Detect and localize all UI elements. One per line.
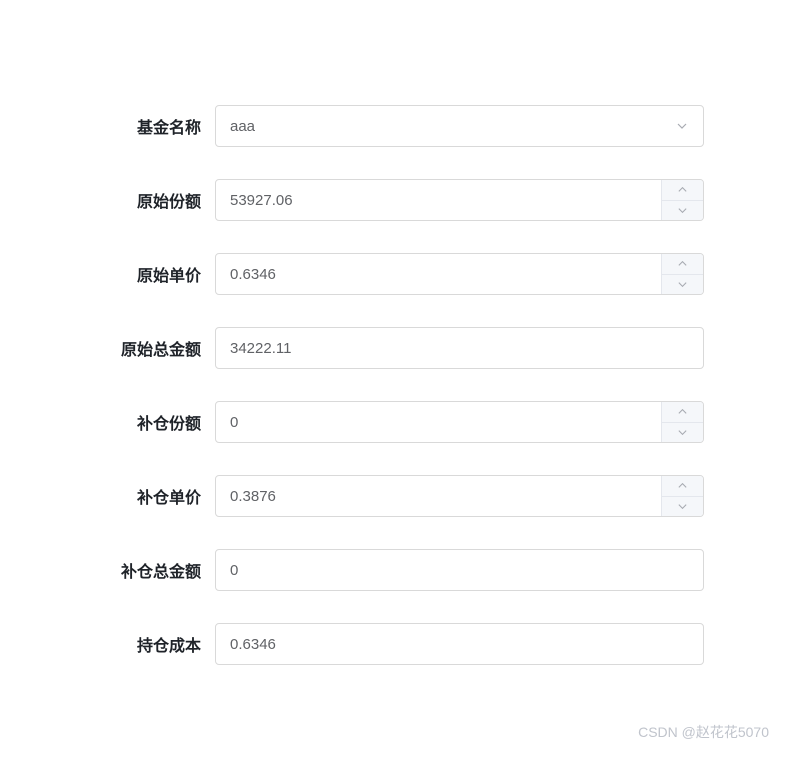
stepper-up-button[interactable] xyxy=(662,254,703,275)
stepper-down-button[interactable] xyxy=(662,423,703,443)
stepper-down-button[interactable] xyxy=(662,275,703,295)
label-fund-name: 基金名称 xyxy=(0,114,215,138)
stepper-up-button[interactable] xyxy=(662,180,703,201)
stepper-controls xyxy=(661,254,703,294)
row-add-share: 补仓份额 xyxy=(0,401,704,443)
original-share-stepper xyxy=(215,179,704,221)
chevron-down-icon xyxy=(675,119,689,133)
fund-name-value: aaa xyxy=(230,118,675,135)
add-price-stepper xyxy=(215,475,704,517)
row-position-cost: 持仓成本 xyxy=(0,623,704,665)
stepper-controls xyxy=(661,476,703,516)
row-original-total: 原始总金额 xyxy=(0,327,704,369)
control-original-share xyxy=(215,179,704,221)
label-add-total: 补仓总金额 xyxy=(0,558,215,582)
label-original-price: 原始单价 xyxy=(0,262,215,286)
row-original-price: 原始单价 xyxy=(0,253,704,295)
add-share-stepper xyxy=(215,401,704,443)
add-total-input[interactable] xyxy=(216,550,703,590)
control-add-share xyxy=(215,401,704,443)
fund-name-select[interactable]: aaa xyxy=(215,105,704,147)
control-original-total xyxy=(215,327,704,369)
row-add-total: 补仓总金额 xyxy=(0,549,704,591)
original-total-input[interactable] xyxy=(216,328,703,368)
stepper-down-button[interactable] xyxy=(662,497,703,517)
stepper-up-button[interactable] xyxy=(662,402,703,423)
control-original-price xyxy=(215,253,704,295)
position-cost-wrapper xyxy=(215,623,704,665)
stepper-controls xyxy=(661,402,703,442)
original-total-wrapper xyxy=(215,327,704,369)
original-price-stepper xyxy=(215,253,704,295)
row-fund-name: 基金名称 aaa xyxy=(0,105,704,147)
label-position-cost: 持仓成本 xyxy=(0,632,215,656)
label-add-price: 补仓单价 xyxy=(0,484,215,508)
stepper-down-button[interactable] xyxy=(662,201,703,221)
row-original-share: 原始份额 xyxy=(0,179,704,221)
label-original-total: 原始总金额 xyxy=(0,336,215,360)
position-cost-input[interactable] xyxy=(216,624,703,664)
label-add-share: 补仓份额 xyxy=(0,410,215,434)
label-original-share: 原始份额 xyxy=(0,188,215,212)
add-total-wrapper xyxy=(215,549,704,591)
original-price-input[interactable] xyxy=(216,254,661,294)
original-share-input[interactable] xyxy=(216,180,661,220)
control-add-price xyxy=(215,475,704,517)
add-price-input[interactable] xyxy=(216,476,661,516)
control-add-total xyxy=(215,549,704,591)
control-fund-name: aaa xyxy=(215,105,704,147)
stepper-controls xyxy=(661,180,703,220)
control-position-cost xyxy=(215,623,704,665)
watermark-text: CSDN @赵花花5070 xyxy=(638,722,769,742)
add-share-input[interactable] xyxy=(216,402,661,442)
form-container: 基金名称 aaa 原始份额 xyxy=(0,105,799,665)
stepper-up-button[interactable] xyxy=(662,476,703,497)
row-add-price: 补仓单价 xyxy=(0,475,704,517)
